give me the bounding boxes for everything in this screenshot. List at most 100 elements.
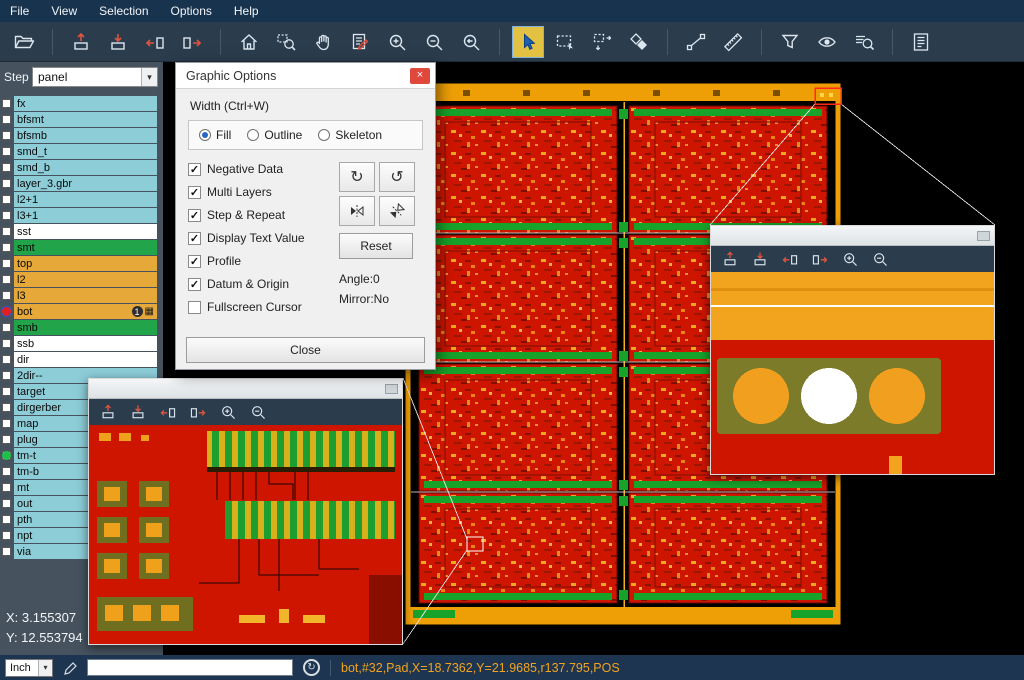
layer-cell[interactable]: layer_3.gbr — [14, 176, 157, 191]
magnifier-window-2[interactable] — [710, 225, 995, 475]
layer-visibility-checkbox[interactable] — [2, 515, 11, 524]
view-options-button[interactable] — [811, 26, 843, 58]
layer-visibility-checkbox[interactable] — [2, 227, 11, 236]
layer-visibility-checkbox[interactable] — [2, 323, 11, 332]
layer-visibility-checkbox[interactable] — [2, 355, 11, 364]
layer-visibility-checkbox[interactable] — [2, 211, 11, 220]
import-left-button[interactable] — [139, 26, 171, 58]
mirror-horizontal-button[interactable] — [339, 196, 375, 226]
layer-visibility-checkbox[interactable] — [2, 115, 11, 124]
option-checkbox[interactable]: Datum & Origin — [188, 277, 339, 291]
option-checkbox[interactable]: Multi Layers — [188, 185, 339, 199]
layer-cell[interactable]: smb — [14, 320, 157, 335]
layer-visibility-checkbox[interactable] — [2, 163, 11, 172]
layer-row[interactable]: l3+1 — [0, 208, 163, 223]
filter-button[interactable] — [774, 26, 806, 58]
menu-item[interactable]: Selection — [99, 4, 148, 18]
layer-visibility-checkbox[interactable] — [2, 531, 11, 540]
import-bottom-button[interactable] — [749, 248, 771, 270]
text-search-button[interactable] — [848, 26, 880, 58]
layer-cell[interactable]: top — [14, 256, 157, 271]
layer-visibility-checkbox[interactable] — [2, 403, 11, 412]
width-radio[interactable]: Fill — [199, 128, 231, 142]
import-top-button[interactable] — [719, 248, 741, 270]
report-button[interactable] — [905, 26, 937, 58]
layer-visibility-checkbox[interactable] — [2, 179, 11, 188]
pan-button[interactable] — [307, 26, 339, 58]
zoom-window-button[interactable] — [270, 26, 302, 58]
layer-visibility-checkbox[interactable] — [2, 435, 11, 444]
import-right-button[interactable] — [809, 248, 831, 270]
zoom-out-button[interactable] — [869, 248, 891, 270]
menu-item[interactable]: Options — [171, 4, 212, 18]
import-right-button[interactable] — [176, 26, 208, 58]
import-top-button[interactable] — [65, 26, 97, 58]
layer-visibility-checkbox[interactable] — [2, 291, 11, 300]
zoom-previous-button[interactable] — [455, 26, 487, 58]
layer-visibility-checkbox[interactable] — [2, 195, 11, 204]
layer-visibility-checkbox[interactable] — [2, 467, 11, 476]
layer-row[interactable]: l2 — [0, 272, 163, 287]
layer-visibility-checkbox[interactable] — [2, 307, 11, 316]
zoom-in-button[interactable] — [217, 401, 239, 423]
width-radio[interactable]: Skeleton — [318, 128, 382, 142]
layer-cell[interactable]: ssb — [14, 336, 157, 351]
layer-row[interactable]: dir — [0, 352, 163, 367]
layer-visibility-checkbox[interactable] — [2, 147, 11, 156]
option-checkbox[interactable]: Fullscreen Cursor — [188, 300, 339, 314]
layer-cell[interactable]: bot 1 ▦ — [14, 304, 157, 319]
layer-visibility-checkbox[interactable] — [2, 419, 11, 428]
layer-row[interactable]: smd_b — [0, 160, 163, 175]
layer-row[interactable]: ssb — [0, 336, 163, 351]
menu-item[interactable]: File — [10, 4, 29, 18]
layer-row[interactable]: top — [0, 256, 163, 271]
layer-row[interactable]: sst — [0, 224, 163, 239]
option-checkbox[interactable]: Step & Repeat — [188, 208, 339, 222]
mirror-diagonal-button[interactable] — [379, 196, 415, 226]
layer-row[interactable]: bfsmt — [0, 112, 163, 127]
layer-cell[interactable]: l3+1 — [14, 208, 157, 223]
magnified-pcb-view-1[interactable] — [89, 425, 402, 644]
rotate-ccw-button[interactable]: ↺ — [379, 162, 415, 192]
layer-visibility-checkbox[interactable] — [2, 483, 11, 492]
layer-cell[interactable]: dir — [14, 352, 157, 367]
layer-visibility-checkbox[interactable] — [2, 131, 11, 140]
layer-visibility-checkbox[interactable] — [2, 547, 11, 556]
layer-visibility-checkbox[interactable] — [2, 275, 11, 284]
layer-visibility-checkbox[interactable] — [2, 371, 11, 380]
layer-cell[interactable]: l3 — [14, 288, 157, 303]
zoom-in-button[interactable] — [381, 26, 413, 58]
option-checkbox[interactable]: Display Text Value — [188, 231, 339, 245]
reset-button[interactable]: Reset — [339, 233, 413, 259]
dialog-close-button[interactable]: × — [410, 68, 430, 84]
layer-visibility-checkbox[interactable] — [2, 99, 11, 108]
rect-select-button[interactable] — [549, 26, 581, 58]
dialog-titlebar[interactable]: Graphic Options × — [176, 63, 435, 89]
import-top-button[interactable] — [97, 401, 119, 423]
open-button[interactable] — [8, 26, 40, 58]
layer-cell[interactable]: bfsmb — [14, 128, 157, 143]
layer-cell[interactable]: smd_t — [14, 144, 157, 159]
option-checkbox[interactable]: Profile — [188, 254, 339, 268]
import-bottom-button[interactable] — [127, 401, 149, 423]
menu-item[interactable]: View — [51, 4, 77, 18]
layer-cell[interactable]: l2+1 — [14, 192, 157, 207]
close-button[interactable]: Close — [186, 337, 425, 363]
layer-cell[interactable]: l2 — [14, 272, 157, 287]
measure-button[interactable] — [717, 26, 749, 58]
layer-row[interactable]: smd_t — [0, 144, 163, 159]
select-button[interactable] — [512, 26, 544, 58]
unit-select[interactable]: Inch ▾ — [5, 659, 53, 677]
magnified-pcb-view-2[interactable] — [711, 272, 994, 474]
menu-item[interactable]: Help — [234, 4, 259, 18]
zoom-out-button[interactable] — [418, 26, 450, 58]
refresh-button[interactable]: ↻ — [303, 659, 320, 676]
layer-visibility-checkbox[interactable] — [2, 259, 11, 268]
import-left-button[interactable] — [779, 248, 801, 270]
layer-row[interactable]: smt — [0, 240, 163, 255]
layer-row[interactable]: l2+1 — [0, 192, 163, 207]
command-input[interactable] — [87, 659, 293, 676]
magnifier-window-1[interactable] — [88, 378, 403, 645]
width-radio[interactable]: Outline — [247, 128, 302, 142]
import-bottom-button[interactable] — [102, 26, 134, 58]
